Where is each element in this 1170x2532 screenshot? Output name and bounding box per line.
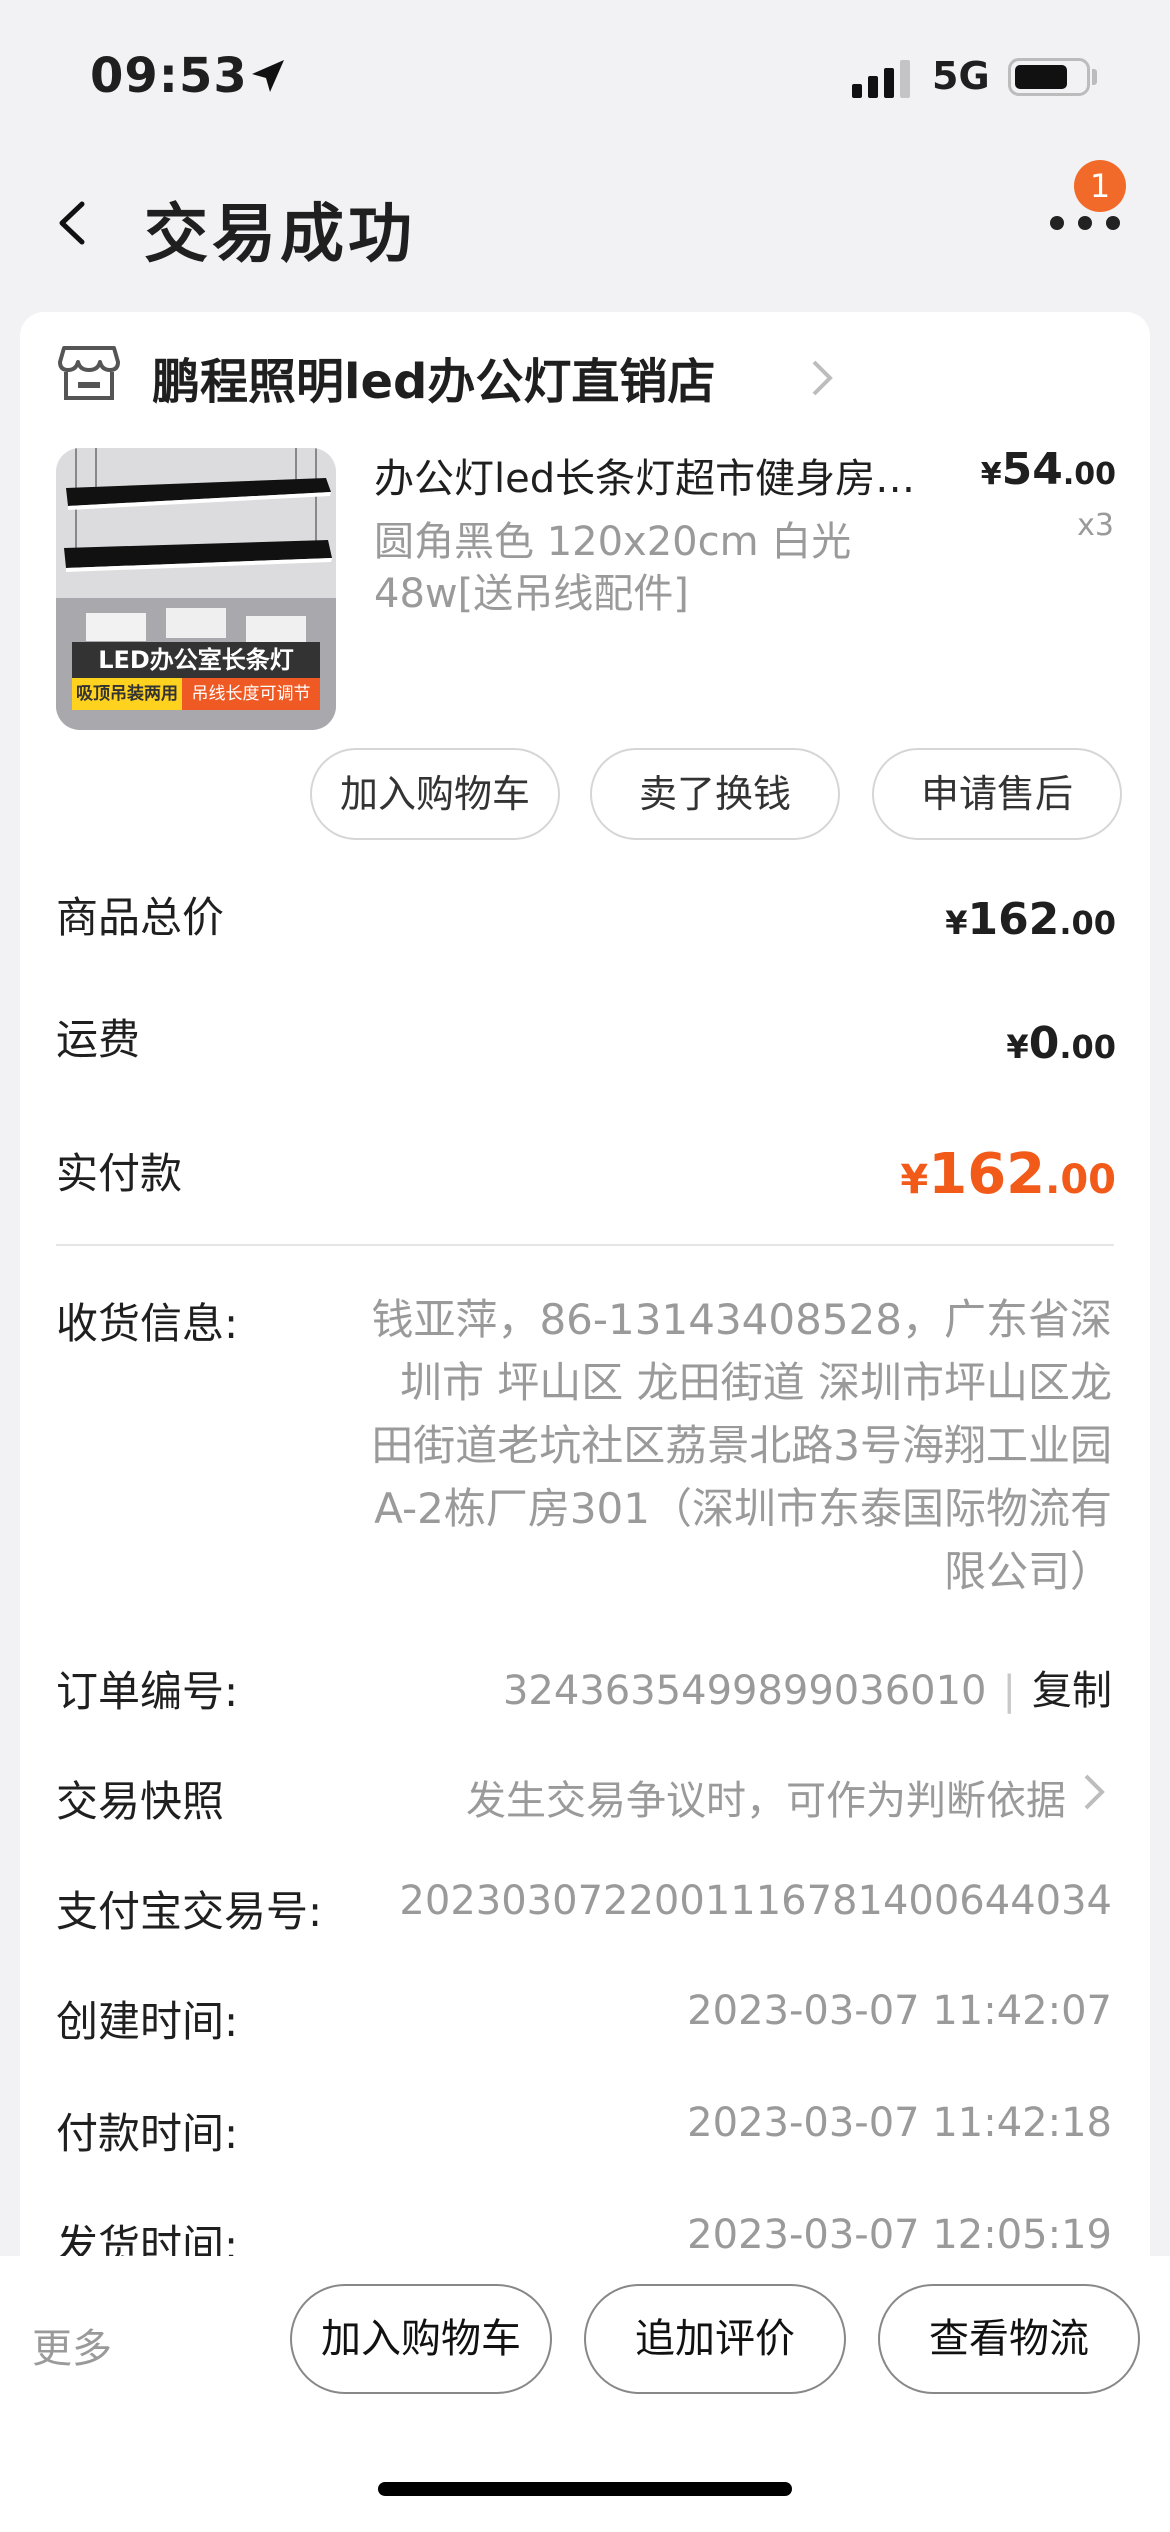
- chevron-right-icon: [1084, 1774, 1105, 1810]
- currency-symbol: ¥: [980, 457, 1002, 492]
- goods-total-label: 商品总价: [56, 893, 225, 942]
- add-to-cart-button[interactable]: 加入购物车: [310, 748, 560, 840]
- amount-integer: 0: [1028, 1018, 1060, 1069]
- price-integer: 54: [1001, 444, 1063, 495]
- created-time-label: 创建时间:: [56, 1997, 239, 2046]
- status-time: 09:53: [90, 48, 248, 104]
- currency-symbol: ¥: [1006, 1028, 1029, 1066]
- product-sku: 圆角黑色 120x20cm 白光48w[送吊线配件]: [374, 519, 852, 617]
- nav-bar: 交易成功 1: [0, 150, 1170, 300]
- payment-time-label: 付款时间:: [56, 2109, 239, 2158]
- shop-name: 鹏程照明led办公灯直销店: [152, 354, 716, 410]
- product-title[interactable]: 办公灯led长条灯超市健身房商用吊灯: [374, 446, 954, 504]
- shipping-address: 钱亚萍，86-13143408528，广东省深圳市 坪山区 龙田街道 深圳市坪山…: [371, 1295, 1112, 1596]
- chevron-right-icon: [812, 360, 833, 396]
- back-arrow-icon[interactable]: [52, 198, 92, 248]
- more-button[interactable]: 更多: [32, 2316, 112, 2374]
- currency-symbol: ¥: [945, 904, 968, 942]
- network-type: 5G: [932, 54, 990, 98]
- shipped-time-label: 发货时间:: [56, 2221, 239, 2256]
- shop-header[interactable]: 鹏程照明led办公灯直销店: [58, 328, 958, 418]
- payment-time: 2023-03-07 11:42:18: [687, 2100, 1112, 2146]
- product-price: ¥54.00: [981, 444, 1116, 495]
- created-time: 2023-03-07 11:42:07: [687, 1988, 1112, 2034]
- resell-button[interactable]: 卖了换钱: [590, 748, 840, 840]
- status-bar: 09:53 5G: [0, 0, 1170, 140]
- amount-integer: 162: [928, 1142, 1046, 1207]
- product-quantity: x3: [1077, 508, 1114, 543]
- home-indicator: [378, 2482, 792, 2496]
- address-label: 收货信息:: [56, 1299, 239, 1348]
- order-number-label: 订单编号:: [56, 1667, 239, 1716]
- location-arrow-icon: [252, 60, 284, 92]
- product-thumbnail[interactable]: LED办公室长条灯 吸顶吊装两用 吊线长度可调节: [56, 448, 336, 730]
- bottom-action-bar: 更多 加入购物车 追加评价 查看物流: [0, 2256, 1170, 2532]
- shipped-time: 2023-03-07 12:05:19: [687, 2212, 1112, 2256]
- amount-integer: 162: [967, 894, 1060, 945]
- divider: [56, 1244, 1114, 1246]
- separator: |: [1002, 1668, 1016, 1714]
- order-detail-card: 鹏程照明led办公灯直销店 LED办公室长条灯 吸顶吊装两用 吊线长度可调节 办…: [20, 312, 1150, 2256]
- shipping-amount: ¥0.00: [1006, 1018, 1116, 1069]
- store-icon: [58, 346, 120, 400]
- alipay-label: 支付宝交易号:: [56, 1887, 323, 1936]
- amount-decimal: .00: [1059, 1028, 1116, 1066]
- cellular-signal-icon: [852, 60, 910, 98]
- amount-decimal: .00: [1045, 1157, 1116, 1203]
- product-image-tag: 吊线长度可调节: [182, 678, 320, 710]
- snapshot-label: 交易快照: [56, 1777, 225, 1826]
- alipay-number: 2023030722001116781400644034: [399, 1878, 1112, 1924]
- view-logistics-button[interactable]: 查看物流: [878, 2284, 1140, 2394]
- currency-symbol: ¥: [900, 1157, 929, 1203]
- order-number-row: 3243635499899036010 | 复制: [503, 1658, 1112, 1716]
- battery-cap: [1092, 69, 1097, 85]
- battery-icon: [1008, 58, 1090, 96]
- add-to-cart-bottom-button[interactable]: 加入购物车: [290, 2284, 552, 2394]
- copy-button[interactable]: 复制: [1032, 1668, 1112, 1714]
- paid-amount: ¥162.00: [900, 1142, 1116, 1207]
- order-number: 3243635499899036010: [502, 1668, 987, 1714]
- paid-label: 实付款: [56, 1149, 183, 1198]
- amount-decimal: .00: [1059, 904, 1116, 942]
- shipping-label: 运费: [56, 1015, 141, 1064]
- snapshot-link[interactable]: 发生交易争议时，可作为判断依据: [466, 1768, 1066, 1826]
- goods-total-amount: ¥162.00: [945, 894, 1116, 945]
- price-decimal: .00: [1062, 457, 1116, 492]
- add-review-button[interactable]: 追加评价: [584, 2284, 846, 2394]
- product-image-banner: LED办公室长条灯: [72, 642, 320, 678]
- notification-badge: 1: [1074, 160, 1126, 212]
- product-image-tags: 吸顶吊装两用 吊线长度可调节: [72, 678, 320, 710]
- product-image-tag: 吸顶吊装两用: [72, 678, 182, 710]
- more-menu-icon[interactable]: [1050, 216, 1120, 236]
- after-sales-button[interactable]: 申请售后: [872, 748, 1122, 840]
- page-title: 交易成功: [144, 198, 416, 272]
